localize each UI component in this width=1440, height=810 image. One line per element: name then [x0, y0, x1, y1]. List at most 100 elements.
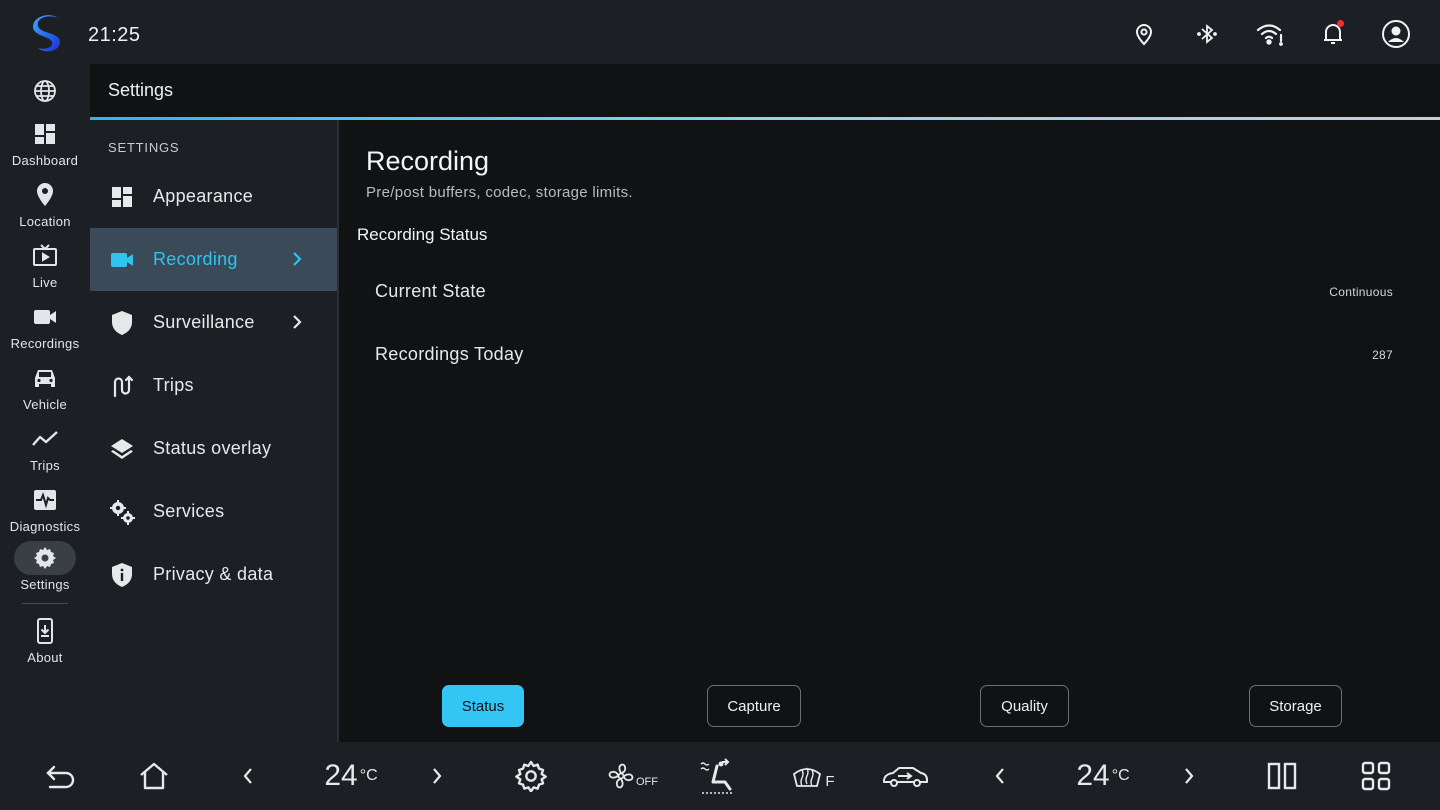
- row-value: 287: [1372, 348, 1393, 362]
- chevron-left-icon[interactable]: [236, 756, 260, 796]
- rail-label: Location: [19, 214, 71, 229]
- chevron-left-icon[interactable]: [988, 756, 1012, 796]
- rail-item-recordings[interactable]: Recordings: [0, 300, 90, 360]
- rear-defrost-icon[interactable]: F: [790, 756, 836, 796]
- section-title: Recording Status: [357, 225, 488, 244]
- chevron-right-icon: [293, 315, 302, 329]
- rail-label: Vehicle: [22, 397, 68, 412]
- settings-menu: SETTINGS Appearance Recording Surveillan…: [90, 120, 338, 742]
- dashboard-icon: [14, 117, 76, 151]
- account-icon[interactable]: [1376, 16, 1416, 52]
- rail-item-dashboard[interactable]: Dashboard: [0, 117, 90, 177]
- gears-icon: [109, 499, 135, 525]
- videocam-icon: [109, 247, 135, 273]
- menu-item-label: Privacy & data: [153, 564, 274, 584]
- globe-icon: [14, 74, 76, 108]
- rail-item-trips[interactable]: Trips: [0, 422, 90, 482]
- monitor-heart-icon: [14, 483, 76, 517]
- home-icon[interactable]: [134, 756, 174, 796]
- temp-unit: °C: [1111, 767, 1130, 784]
- rail-label: Recordings: [10, 336, 80, 351]
- tab-quality[interactable]: Quality: [980, 685, 1069, 727]
- left-temperature: 24 °C: [318, 756, 384, 796]
- rail-label: Settings: [20, 577, 70, 592]
- car-recirculation-icon[interactable]: [880, 756, 930, 796]
- left-temp-value: 24: [324, 759, 358, 792]
- split-screen-icon[interactable]: [1264, 756, 1300, 796]
- route-icon: [109, 373, 135, 399]
- wifi-icon[interactable]: [1250, 16, 1290, 52]
- page-subtitle: Pre/post buffers, codec, storage limits.: [366, 184, 633, 201]
- rail-item-diagnostics[interactable]: Diagnostics: [0, 483, 90, 543]
- back-icon[interactable]: [40, 756, 82, 796]
- chevron-right-icon[interactable]: [425, 756, 449, 796]
- bell-icon[interactable]: [1313, 16, 1353, 52]
- dashboard-icon: [109, 184, 135, 210]
- menu-item-appearance[interactable]: Appearance: [90, 165, 338, 228]
- trend-line-icon: [14, 422, 76, 456]
- shield-info-icon: [109, 562, 135, 588]
- row-label: Recordings Today: [375, 344, 524, 364]
- header-title: Settings: [108, 80, 174, 100]
- page-header: Settings: [90, 64, 1440, 120]
- location-pin-icon: [14, 178, 76, 212]
- menu-heading: SETTINGS: [108, 140, 180, 155]
- tab-capture[interactable]: Capture: [707, 685, 801, 727]
- rail-item-location[interactable]: Location: [0, 178, 90, 238]
- menu-item-label: Status overlay: [153, 438, 272, 458]
- menu-item-label: Appearance: [153, 186, 254, 206]
- tv-icon: [14, 239, 76, 273]
- right-temperature: 24 °C: [1070, 756, 1136, 796]
- section-tabs: Status Capture Quality Storage: [339, 685, 1440, 729]
- videocam-icon: [14, 300, 76, 334]
- app-logo: [32, 15, 60, 52]
- status-row-current-state: Current State Continuous: [357, 263, 1417, 323]
- phone-download-icon: [14, 614, 76, 648]
- page-title: Recording: [366, 146, 490, 176]
- bottom-climate-bar: 24 °C OFF F 24 °C: [0, 742, 1440, 810]
- fan-icon[interactable]: OFF: [606, 756, 658, 796]
- rail-divider: [22, 603, 68, 604]
- seat-airflow-icon[interactable]: [696, 756, 740, 796]
- tab-status[interactable]: Status: [442, 685, 524, 727]
- apps-grid-icon[interactable]: [1358, 756, 1394, 796]
- notification-dot: [1337, 20, 1344, 27]
- menu-item-status-overlay[interactable]: Status overlay: [90, 417, 338, 480]
- content-pane: Recording Pre/post buffers, codec, stora…: [339, 120, 1440, 742]
- menu-item-label: Trips: [153, 375, 194, 395]
- row-label: Current State: [375, 281, 486, 301]
- rail-item-vehicle[interactable]: Vehicle: [0, 361, 90, 421]
- layers-icon: [109, 436, 135, 462]
- rail-label: Diagnostics: [9, 519, 81, 534]
- chevron-right-icon: [293, 252, 302, 266]
- rail-item-settings[interactable]: Settings: [0, 541, 90, 601]
- fan-status-label: OFF: [636, 776, 658, 788]
- rail-item-about[interactable]: About: [0, 614, 90, 674]
- clock: 21:25: [88, 24, 141, 46]
- menu-item-trips[interactable]: Trips: [90, 354, 338, 417]
- top-status-bar: 21:25: [0, 0, 1440, 64]
- car-icon: [14, 361, 76, 395]
- gear-icon: [14, 541, 76, 575]
- menu-item-privacy-data[interactable]: Privacy & data: [90, 543, 338, 606]
- menu-item-label: Services: [153, 501, 225, 521]
- menu-item-recording[interactable]: Recording: [90, 228, 338, 291]
- location-pin-icon[interactable]: [1124, 16, 1164, 52]
- rail-label: About: [27, 650, 63, 665]
- nav-rail: Dashboard Location Live Recordings Vehic…: [0, 64, 90, 742]
- menu-item-label: Surveillance: [153, 312, 255, 332]
- rail-label: Dashboard: [11, 153, 79, 168]
- rail-label: Live: [32, 275, 58, 290]
- status-row-recordings-today: Recordings Today 287: [357, 326, 1417, 386]
- gear-icon[interactable]: [512, 756, 550, 796]
- menu-item-services[interactable]: Services: [90, 480, 338, 543]
- rail-label: Trips: [30, 458, 60, 473]
- temp-unit: °C: [359, 767, 378, 784]
- tab-storage[interactable]: Storage: [1249, 685, 1342, 727]
- menu-item-label: Recording: [153, 249, 238, 269]
- menu-item-surveillance[interactable]: Surveillance: [90, 291, 338, 354]
- bluetooth-icon[interactable]: [1187, 16, 1227, 52]
- right-temp-value: 24: [1076, 759, 1110, 792]
- chevron-right-icon[interactable]: [1177, 756, 1201, 796]
- rail-item-live[interactable]: Live: [0, 239, 90, 299]
